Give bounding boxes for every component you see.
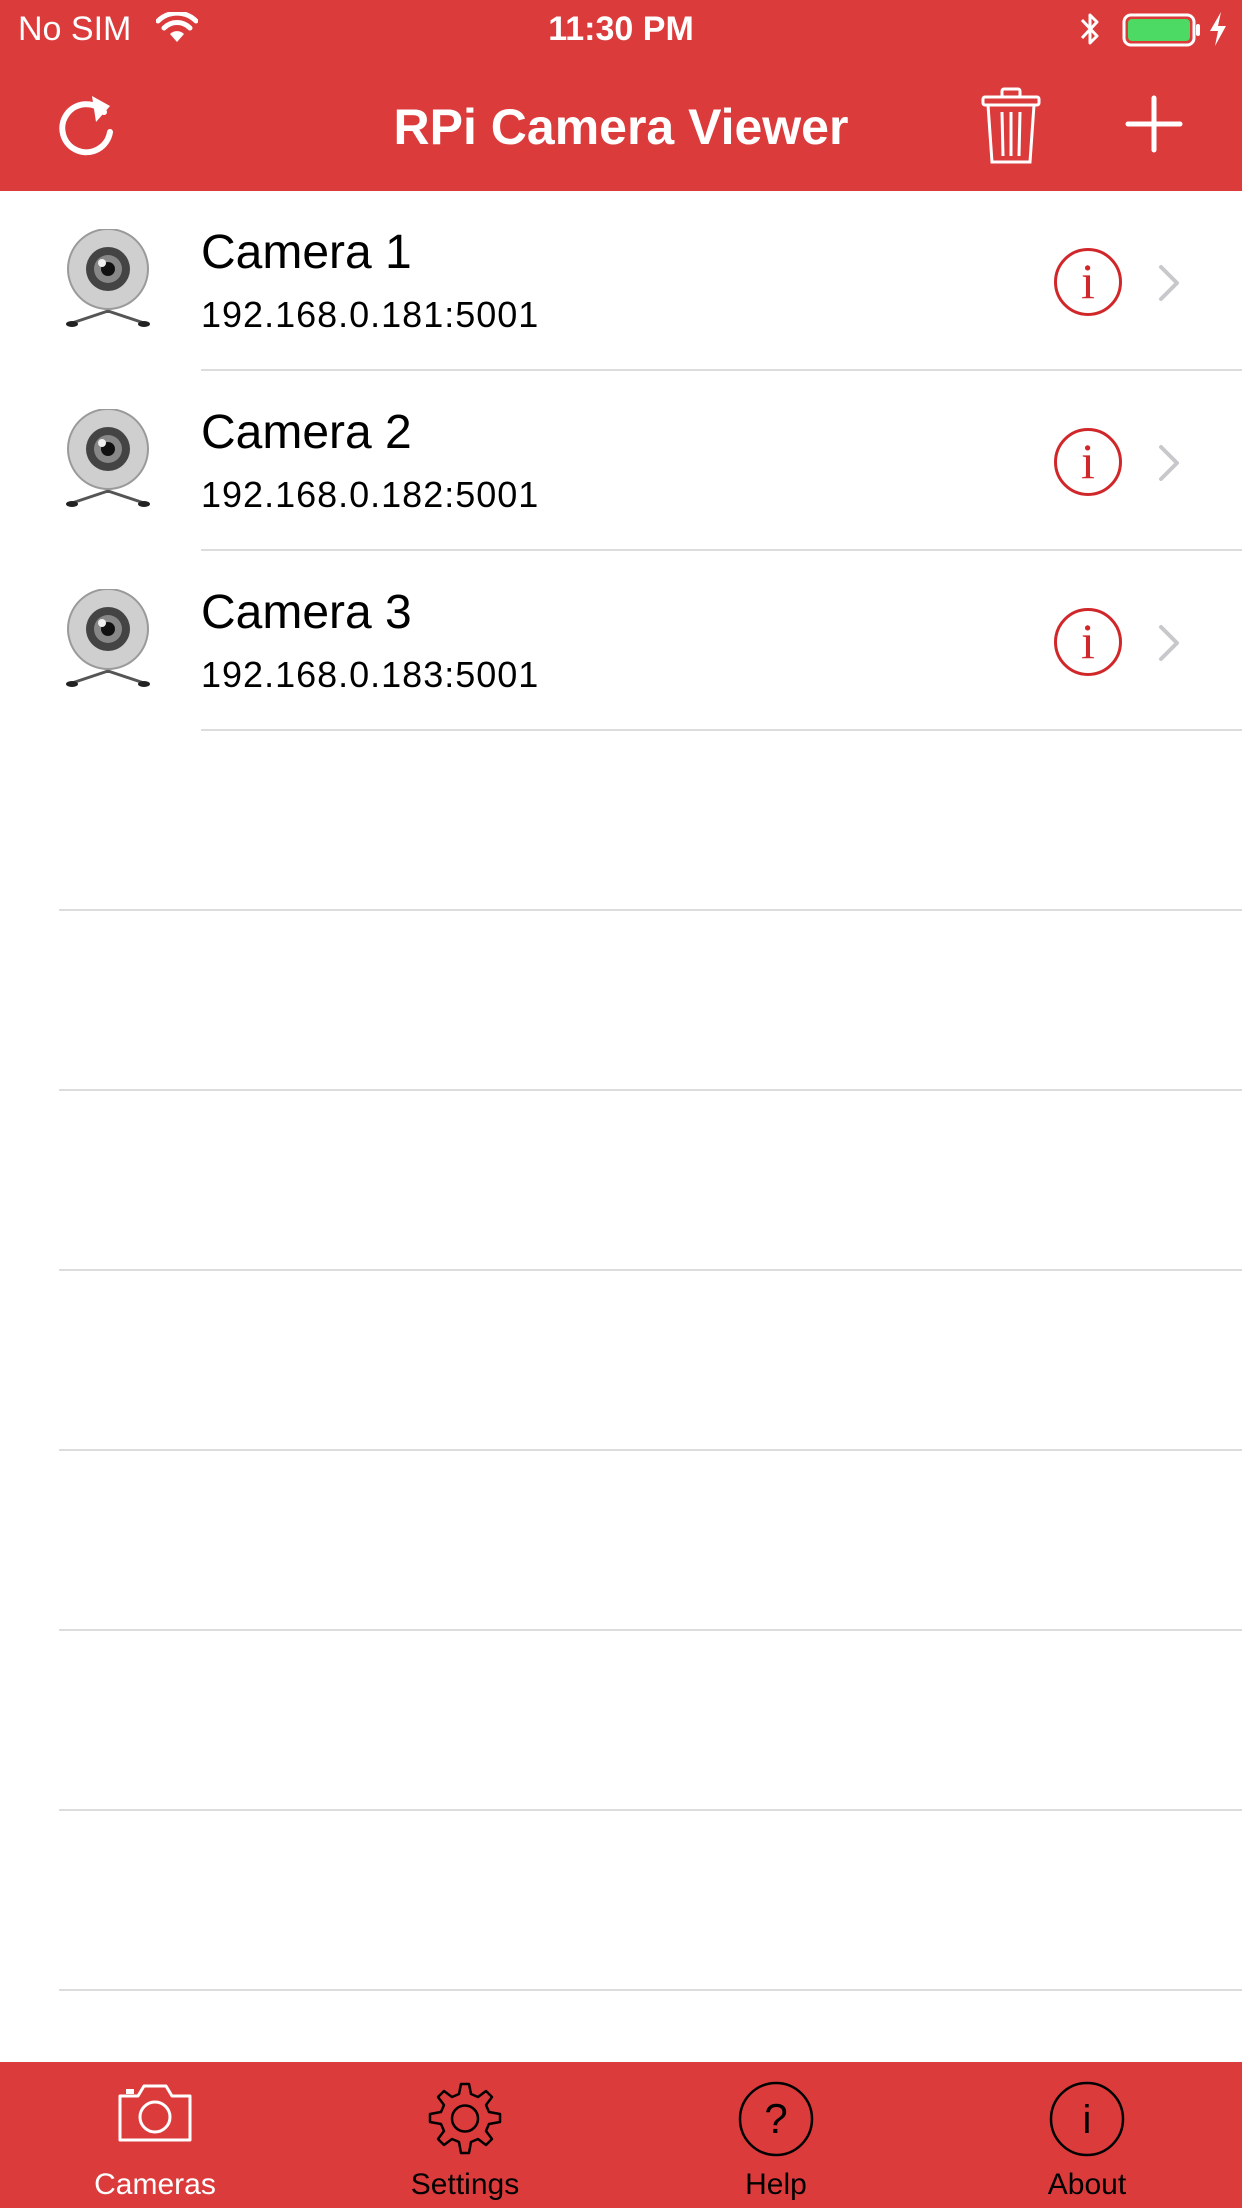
tab-help[interactable]: ? Help [621,2062,931,2208]
camera-name: Camera 3 [201,586,412,639]
tab-cameras[interactable]: Cameras [0,2062,310,2208]
info-icon: i [932,2080,1242,2160]
tab-about[interactable]: i About [932,2062,1242,2208]
trash-icon [981,87,1041,164]
gear-icon [310,2080,620,2160]
page-title: RPi Camera Viewer [393,99,849,155]
info-icon[interactable]: i [1054,248,1122,316]
svg-text:i: i [1083,2098,1092,2142]
webcam-icon [66,229,150,327]
empty-list-area [0,731,1242,1991]
row-separator [0,1631,1242,1811]
webcam-icon [66,589,150,687]
info-icon[interactable]: i [1054,608,1122,676]
tab-label: Cameras [94,2168,216,2201]
row-separator [0,911,1242,1091]
charging-icon [1208,10,1228,53]
delete-button[interactable] [980,86,1042,171]
chevron-right-icon [1159,625,1179,661]
camera-list: Camera 1 192.168.0.181:5001 i Camera 2 1… [0,191,1242,731]
bluetooth-icon [1078,10,1102,53]
row-separator [0,1271,1242,1451]
camera-icon [0,2080,310,2160]
tab-label: About [1047,2168,1127,2201]
row-separator [0,1451,1242,1631]
camera-address: 192.168.0.183:5001 [201,654,540,695]
tab-bar: Cameras Settings ? Help i About [0,2062,1242,2208]
svg-text:?: ? [764,2095,787,2142]
add-camera-button[interactable] [1124,94,1184,159]
camera-name: Camera 1 [201,226,412,279]
row-separator [0,1091,1242,1271]
camera-row[interactable]: Camera 3 192.168.0.183:5001 i [0,551,1242,731]
tab-label: Settings [410,2168,520,2201]
help-icon: ? [621,2080,931,2160]
tab-label: Help [745,2168,807,2201]
chevron-right-icon [1159,445,1179,481]
camera-row[interactable]: Camera 2 192.168.0.182:5001 i [0,371,1242,551]
camera-row[interactable]: Camera 1 192.168.0.181:5001 i [0,191,1242,371]
battery-icon [1122,13,1202,52]
row-separator [0,731,1242,911]
chevron-right-icon [1159,265,1179,301]
row-separator [0,1811,1242,1991]
navigation-bar: RPi Camera Viewer [0,60,1242,191]
status-bar: No SIM 11:30 PM [0,0,1242,60]
info-icon[interactable]: i [1054,428,1122,496]
clock: 11:30 PM [548,10,694,48]
camera-address: 192.168.0.181:5001 [201,294,540,335]
plus-icon [1125,95,1183,153]
tab-settings[interactable]: Settings [310,2062,620,2208]
webcam-icon [66,409,150,507]
camera-name: Camera 2 [201,406,412,459]
camera-address: 192.168.0.182:5001 [201,474,540,515]
